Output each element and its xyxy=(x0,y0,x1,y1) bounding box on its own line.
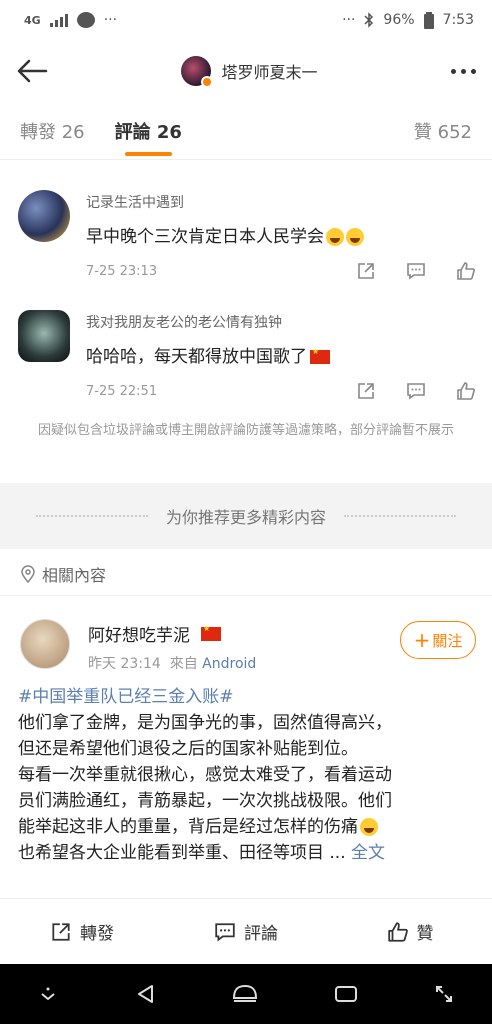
like-icon[interactable] xyxy=(456,261,476,281)
nav-author[interactable]: 塔罗师夏末一 xyxy=(181,56,318,88)
tab-likes[interactable]: 贊 652 xyxy=(414,102,472,160)
follow-label: 關注 xyxy=(432,631,463,650)
nav-title[interactable]: 塔罗师夏末一 xyxy=(221,59,317,83)
repost-label: 轉發 xyxy=(80,924,114,944)
divider-line xyxy=(35,515,148,517)
like-icon[interactable] xyxy=(456,381,476,401)
tab-bar: 轉發 26 評論 26 贊 652 xyxy=(0,102,492,160)
plus-icon: + xyxy=(413,628,431,652)
follow-button[interactable]: + 關注 xyxy=(400,621,476,659)
comment-text-content: 早中晚个三次肯定日本人民学会 xyxy=(86,227,324,247)
repost-icon xyxy=(52,922,70,941)
comment-text: 哈哈哈，每天都得放中国歌了 xyxy=(86,342,476,367)
divider-line xyxy=(344,515,456,517)
commenter-avatar[interactable] xyxy=(18,190,70,242)
like-button[interactable]: 贊 xyxy=(328,919,492,944)
grinning-emoji-icon xyxy=(326,228,344,246)
post-line: 每看一次举重就很揪心，感觉太难受了，看着运动 xyxy=(18,765,392,785)
commenter-name[interactable]: 记录生活中遇到 xyxy=(86,192,476,212)
action-bar: 轉發 評論 贊 xyxy=(0,898,492,964)
status-left: 4G ··· xyxy=(24,12,117,28)
recommend-divider: 为你推荐更多精彩内容 xyxy=(0,483,492,549)
post-header: 阿好想吃芋泥 昨天 23:14 來自 Android +關注 xyxy=(0,615,492,675)
post-time: 昨天 23:14 xyxy=(88,656,161,672)
grinning-emoji-icon xyxy=(346,228,364,246)
comment-time: 7-25 22:51 xyxy=(86,383,158,399)
comment-button[interactable]: 評論 xyxy=(164,919,328,944)
tab-reposts[interactable]: 轉發 26 xyxy=(20,102,85,160)
post-meta: 昨天 23:14 來自 Android xyxy=(88,653,256,673)
related-header: 相關內容 xyxy=(0,552,492,596)
commenter-name[interactable]: 我对我朋友老公的老公情有独钟 xyxy=(86,312,476,332)
comment-icon xyxy=(215,922,235,941)
verified-badge-icon xyxy=(201,76,214,88)
related-label: 相關內容 xyxy=(42,565,107,585)
like-label: 贊 xyxy=(416,924,434,944)
comment-icon[interactable] xyxy=(406,381,426,401)
post-source[interactable]: Android xyxy=(202,656,256,672)
post-body[interactable]: #中国举重队已经三金入账# 他们拿了金牌，是为国争光的事，固然值得高兴， 但还是… xyxy=(18,684,478,866)
back-arrow-icon[interactable] xyxy=(16,59,48,83)
status-bar: 4G ··· ··· 96% 7:53 xyxy=(0,0,492,40)
hide-keyboard-icon[interactable] xyxy=(38,987,58,1001)
comment-item: 记录生活中遇到 早中晚个三次肯定日本人民学会 7-25 23:13 xyxy=(0,190,492,290)
full-text-link[interactable]: 全文 xyxy=(351,843,385,863)
more-options-icon[interactable] xyxy=(450,68,476,74)
chat-bubble-icon xyxy=(76,12,95,28)
network-indicator: 4G xyxy=(24,13,41,27)
signal-icon xyxy=(49,13,68,27)
bluetooth-icon xyxy=(364,12,374,28)
filter-notice: 因疑似包含垃圾評論或博主開啟評論防護等過濾策略，部分評論暫不展示 xyxy=(38,423,455,438)
like-icon xyxy=(387,921,408,942)
expand-icon[interactable] xyxy=(434,984,454,1004)
post-line: 但还是希望他们退役之后的国家补贴能到位。 xyxy=(18,739,358,759)
recents-icon[interactable] xyxy=(334,985,358,1003)
clock: 7:53 xyxy=(442,12,474,28)
share-icon[interactable] xyxy=(356,261,376,281)
comment-label: 評論 xyxy=(244,924,278,944)
tab-comments[interactable]: 評論 26 xyxy=(115,102,182,160)
post-author-name[interactable]: 阿好想吃芋泥 xyxy=(88,621,190,646)
location-pin-icon xyxy=(21,564,35,583)
status-more-right: ··· xyxy=(342,12,356,28)
repost-button[interactable]: 轉發 xyxy=(0,919,164,944)
system-nav-bar xyxy=(0,964,492,1024)
share-icon[interactable] xyxy=(356,381,376,401)
comment-item: 我对我朋友老公的老公情有独钟 哈哈哈，每天都得放中国歌了 7-25 22:51 xyxy=(0,310,492,410)
post-line: 也希望各大企业能看到举重、田径等项目 ... xyxy=(18,843,346,863)
post-author-avatar[interactable] xyxy=(20,619,70,669)
crying-emoji-icon xyxy=(360,818,378,836)
battery-level: 96% xyxy=(383,12,415,28)
post-hashtag[interactable]: #中国举重队已经三金入账# xyxy=(18,687,234,707)
post-from-label: 來自 xyxy=(169,656,198,672)
comment-icon[interactable] xyxy=(406,261,426,281)
author-avatar[interactable] xyxy=(181,56,214,88)
china-flag-icon xyxy=(201,624,221,641)
post-line: 他们拿了金牌，是为国争光的事，固然值得高兴， xyxy=(18,713,392,733)
comment-text: 早中晚个三次肯定日本人民学会 xyxy=(86,222,476,247)
recommend-label: 为你推荐更多精彩内容 xyxy=(165,508,326,527)
commenter-avatar[interactable] xyxy=(18,310,70,362)
comment-time: 7-25 23:13 xyxy=(86,263,158,279)
china-flag-icon xyxy=(310,347,330,364)
back-nav-icon[interactable] xyxy=(134,983,156,1005)
post-line: 员们满脸通红，青筋暴起，一次次挑战极限。他们 xyxy=(18,791,392,811)
post-author[interactable]: 阿好想吃芋泥 xyxy=(88,621,221,646)
comment-text-content: 哈哈哈，每天都得放中国歌了 xyxy=(86,347,307,367)
battery-icon xyxy=(423,11,434,29)
status-more-left: ··· xyxy=(103,12,118,28)
home-icon[interactable] xyxy=(232,984,258,1004)
nav-bar: 塔罗师夏末一 xyxy=(0,40,492,102)
post-line: 能举起这非人的重量，背后是经过怎样的伤痛 xyxy=(18,817,358,837)
status-right: ··· 96% 7:53 xyxy=(342,11,474,29)
